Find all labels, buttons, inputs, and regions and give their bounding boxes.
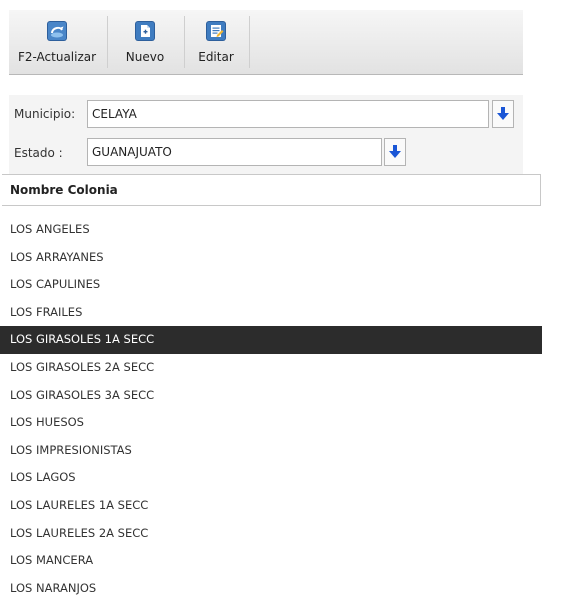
list-item[interactable]: LOS GIRASOLES 2A SECC [0,354,542,382]
list-item[interactable]: LOS FRAILES [0,299,542,327]
list-item[interactable]: LOS ANGELES [0,216,542,244]
municipio-field[interactable] [87,100,489,128]
column-header-nombre-colonia[interactable]: Nombre Colonia [2,174,541,206]
new-document-icon [135,21,155,41]
list-item[interactable]: LOS ARRAYANES [0,244,542,272]
refresh-label: F2-Actualizar [17,50,97,64]
estado-dropdown-button[interactable] [384,138,406,166]
refresh-icon [47,21,67,41]
list-item-selected[interactable]: LOS GIRASOLES 1A SECC [0,326,542,354]
list-item[interactable]: LOS CAPULINES [0,271,542,299]
list-item[interactable]: LOS HUESOS [0,409,542,437]
estado-field[interactable] [87,138,382,166]
list-item[interactable]: LOS GIRASOLES 3A SECC [0,382,542,410]
toolbar: F2-Actualizar Nuevo Editar [9,10,523,75]
new-button[interactable]: Nuevo [113,10,177,74]
arrow-down-icon [497,107,509,120]
estado-label: Estado : [14,146,63,160]
edit-button[interactable]: Editar [190,10,242,74]
toolbar-separator [107,16,108,68]
filter-panel: Municipio: Estado : [9,95,523,174]
municipio-label: Municipio: [14,107,76,121]
edit-label: Editar [198,50,234,64]
municipio-dropdown-button[interactable] [492,100,514,128]
list-item[interactable]: LOS LAURELES 1A SECC [0,492,542,520]
list-item[interactable]: LOS NARANJOS [0,575,542,602]
list-item[interactable]: LOS MANCERA [0,547,542,575]
refresh-button[interactable]: F2-Actualizar [15,10,99,74]
new-label: Nuevo [125,50,165,64]
list-item[interactable]: LOS LAURELES 2A SECC [0,520,542,548]
list-item[interactable]: LOS LAGOS [0,464,542,492]
toolbar-separator [249,16,250,68]
arrow-down-icon [389,145,401,158]
edit-document-icon [206,21,226,41]
list-item[interactable]: LOS IMPRESIONISTAS [0,437,542,465]
toolbar-separator [184,16,185,68]
colonia-list: LOS ANGELES LOS ARRAYANES LOS CAPULINES LOS… [0,216,542,602]
